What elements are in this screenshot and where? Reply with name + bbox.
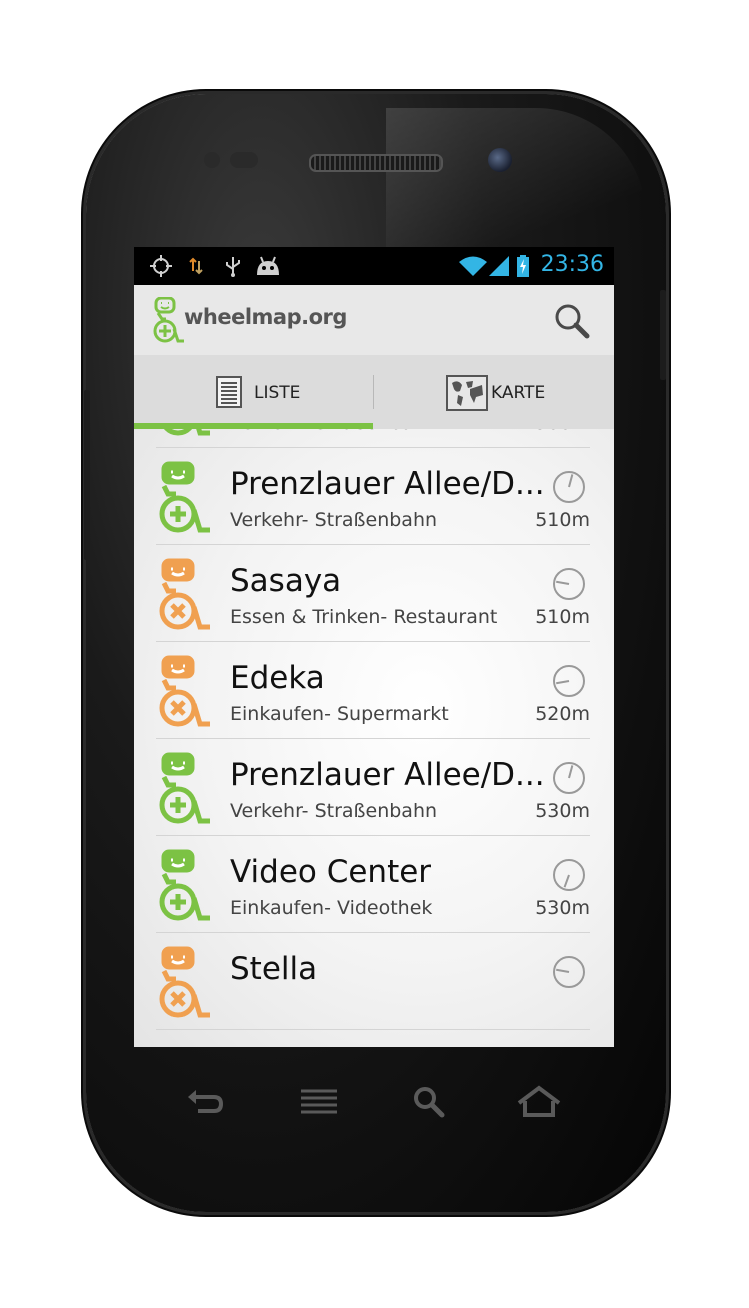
list-item[interactable]: Edeka Einkaufen- Supermarkt 520m — [134, 642, 614, 739]
place-distance: 510m — [535, 509, 590, 531]
battery-charging-icon — [517, 255, 529, 277]
search-button[interactable] — [399, 1080, 459, 1124]
proximity-sensor — [204, 152, 220, 168]
gps-icon — [150, 255, 172, 277]
search-icon — [414, 1087, 445, 1118]
wifi-icon — [459, 256, 487, 276]
device-screen: 23:36 wheelmap.org LISTE KARTE Prenzlaue… — [134, 247, 614, 1047]
place-name: Stella — [230, 951, 318, 987]
menu-button[interactable] — [289, 1080, 349, 1124]
home-icon — [517, 1085, 561, 1117]
tab-karte[interactable]: KARTE — [374, 355, 614, 429]
list-item[interactable]: Stella — [134, 933, 614, 1030]
place-distance: 510m — [535, 606, 590, 628]
home-button[interactable] — [509, 1080, 569, 1124]
action-bar: wheelmap.org — [134, 285, 614, 355]
place-category: Essen & Trinken- Restaurant — [230, 606, 498, 628]
place-name: Edeka — [230, 660, 325, 696]
place-category: Verkehr- Straßenbahn — [230, 800, 438, 822]
compass-icon — [553, 471, 585, 503]
list-item[interactable]: Prenzlauer Allee/D... Verkehr- Straßenba… — [134, 739, 614, 836]
places-list[interactable]: Prenzlauer Allee/D... Verkehr- Straßenba… — [134, 429, 614, 1047]
front-camera — [488, 148, 512, 172]
place-distance: 500m — [535, 429, 590, 434]
volume-button — [84, 390, 90, 560]
wheelchair-status-icon — [159, 558, 210, 630]
signal-icon — [489, 256, 509, 276]
place-category: Verkehr- Straßenbahn — [230, 429, 437, 434]
place-name: Sasaya — [230, 563, 342, 599]
list-divider — [156, 1029, 590, 1030]
wheelchair-status-icon — [159, 752, 210, 824]
tab-liste-label: LISTE — [254, 383, 301, 403]
place-distance: 520m — [535, 703, 590, 725]
tab-liste[interactable]: LISTE — [134, 355, 374, 429]
hardware-nav-bar — [134, 1060, 614, 1144]
list-item[interactable]: Sasaya Essen & Trinken- Restaurant 510m — [134, 545, 614, 642]
search-icon[interactable] — [552, 301, 592, 341]
status-bar: 23:36 — [134, 247, 614, 285]
list-item[interactable]: Video Center Einkaufen- Videothek 530m — [134, 836, 614, 933]
compass-icon — [553, 859, 585, 891]
place-name: Prenzlauer Allee/D... — [230, 757, 545, 793]
place-name: Video Center — [230, 854, 432, 890]
app-logo-text: wheelmap.org — [184, 305, 347, 329]
back-icon — [188, 1090, 224, 1113]
list-icon — [216, 376, 242, 408]
usb-icon — [226, 257, 240, 277]
place-category: Verkehr- Straßenbahn — [230, 509, 438, 531]
wheelchair-status-icon — [159, 849, 210, 921]
list-item[interactable]: Prenzlauer Allee/D... Verkehr- Straßenba… — [134, 429, 614, 448]
light-sensor — [230, 152, 258, 168]
back-button[interactable] — [174, 1080, 234, 1124]
wheelchair-status-icon — [159, 946, 210, 1018]
power-button — [660, 290, 666, 380]
wheelmap-logo-icon[interactable] — [152, 297, 186, 345]
place-name: Prenzlauer Allee/D... — [230, 466, 545, 502]
compass-icon — [553, 665, 585, 697]
wheelchair-status-icon — [159, 655, 210, 727]
wheelchair-status-icon — [159, 461, 210, 533]
tab-bar: LISTE KARTE — [134, 355, 614, 430]
data-transfer-icon — [189, 257, 203, 275]
status-clock: 23:36 — [540, 252, 604, 277]
tab-karte-label: KARTE — [491, 383, 546, 403]
map-icon — [446, 375, 488, 411]
earpiece-speaker — [309, 154, 443, 172]
compass-icon — [553, 956, 585, 988]
compass-icon — [553, 568, 585, 600]
list-item[interactable]: Prenzlauer Allee/D... Verkehr- Straßenba… — [134, 448, 614, 545]
place-category: Einkaufen- Supermarkt — [230, 703, 449, 725]
wheelchair-status-icon — [163, 429, 210, 436]
place-distance: 530m — [535, 897, 590, 919]
compass-icon — [553, 762, 585, 794]
menu-icon — [301, 1089, 337, 1114]
place-distance: 530m — [535, 800, 590, 822]
android-debug-icon — [257, 256, 279, 275]
place-category: Einkaufen- Videothek — [230, 897, 433, 919]
